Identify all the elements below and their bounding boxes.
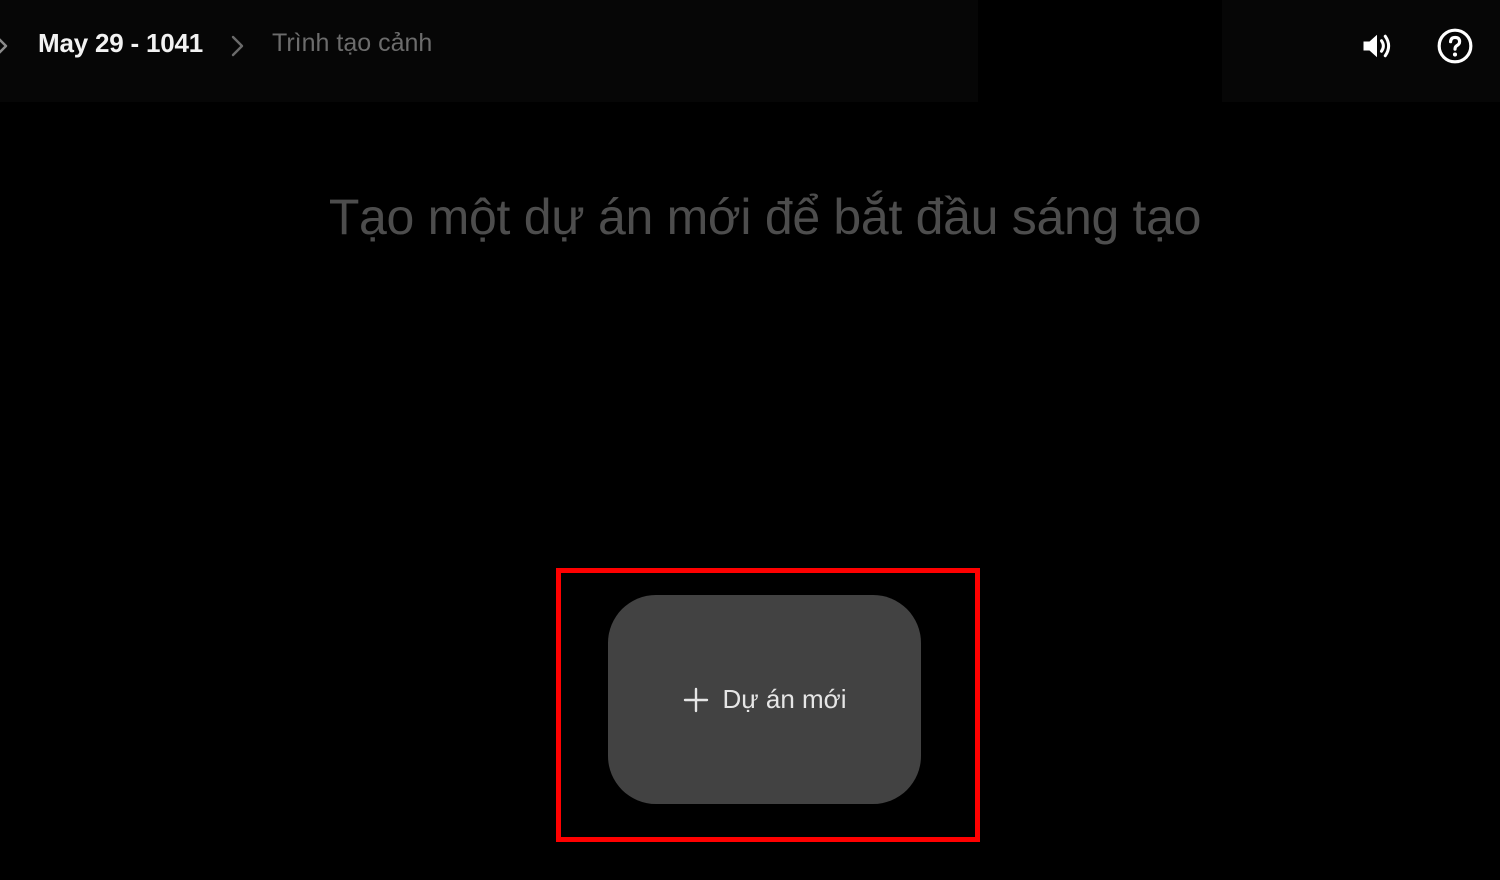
top-bar: May 29 - 1041 Trình tạo cảnh [0, 0, 978, 102]
new-project-label: Dự án mới [722, 684, 847, 714]
breadcrumb-project[interactable]: May 29 - 1041 [38, 28, 203, 59]
breadcrumb-current: Trình tạo cảnh [272, 29, 433, 57]
empty-state-headline: Tạo một dự án mới để bắt đầu sáng tạo [328, 189, 1202, 245]
scene-builder-page: May 29 - 1041 Trình tạo cảnh Tạo một dự … [0, 0, 1500, 880]
plus-icon [682, 686, 710, 714]
help-circle-icon[interactable] [1434, 25, 1476, 67]
volume-icon[interactable] [1356, 25, 1398, 67]
chevron-right-icon [0, 31, 12, 61]
new-project-button[interactable]: Dự án mới [608, 595, 921, 804]
new-project-button-content: Dự án mới [682, 684, 847, 715]
chevron-right-icon [228, 31, 248, 61]
